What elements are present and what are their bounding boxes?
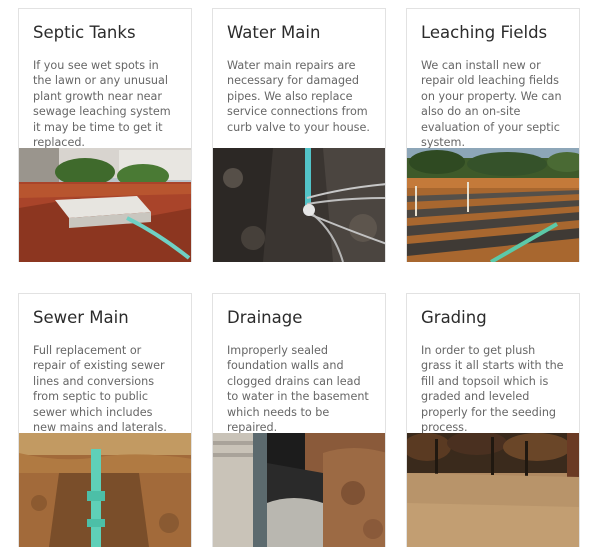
card-description: Improperly sealed foundation walls and c… (227, 344, 369, 435)
card-title: Grading (421, 308, 487, 327)
water-main-photo (213, 148, 385, 262)
card-title: Sewer Main (33, 308, 129, 327)
card-description: Full replacement or repair of existing s… (33, 344, 167, 435)
service-card-septic-tanks: Septic Tanks If you see wet spots in the… (18, 8, 192, 262)
card-description: We can install new or repair old leachin… (421, 59, 562, 150)
card-title: Leaching Fields (421, 23, 548, 42)
service-card-drainage: Drainage Improperly sealed foundation wa… (212, 293, 386, 547)
service-card-water-main: Water Main Water main repairs are necess… (212, 8, 386, 262)
service-card-leaching-fields: Leaching Fields We can install new or re… (406, 8, 580, 262)
card-description: Water main repairs are necessary for dam… (227, 59, 370, 134)
card-description: In order to get plush grass it all start… (421, 344, 564, 435)
drainage-photo (213, 433, 385, 547)
card-title: Drainage (227, 308, 303, 327)
leaching-field-photo (407, 148, 579, 262)
service-card-grading: Grading In order to get plush grass it a… (406, 293, 580, 547)
card-title: Water Main (227, 23, 321, 42)
sewer-main-photo (19, 433, 191, 547)
card-description: If you see wet spots in the lawn or any … (33, 59, 171, 150)
service-card-sewer-main: Sewer Main Full replacement or repair of… (18, 293, 192, 547)
grading-photo (407, 433, 579, 547)
card-title: Septic Tanks (33, 23, 136, 42)
septic-tank-photo (19, 148, 191, 262)
